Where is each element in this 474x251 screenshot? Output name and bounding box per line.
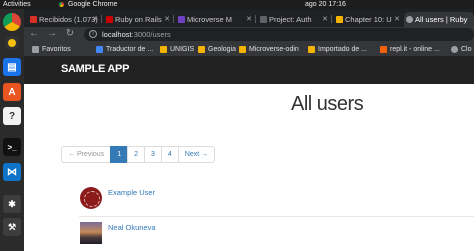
bookmark-label: UNIGIS: [170, 46, 195, 53]
site-logo[interactable]: SAMPLE APP: [61, 63, 129, 75]
odin-icon: [260, 16, 267, 23]
tab-label: Recibidos (1.073): [39, 15, 98, 24]
folder-icon: [239, 46, 246, 53]
folder-icon: [198, 46, 205, 53]
app-menu[interactable]: Google Chrome: [68, 0, 117, 9]
page-title: All users: [291, 93, 364, 115]
terminal-icon[interactable]: >_: [3, 138, 21, 156]
writer-icon[interactable]: ▤: [3, 58, 21, 76]
bookmark-label: Importado de ...: [318, 46, 368, 53]
tab-separator: [101, 15, 102, 23]
tab-label: Microverse M: [187, 15, 233, 24]
web-page: SAMPLE APP All users ← Previous 1 2 3 4 …: [24, 57, 474, 251]
help-icon[interactable]: ?: [3, 107, 21, 125]
clock[interactable]: ago 20 17:16: [305, 0, 346, 9]
bookmark-importado[interactable]: Importado de ...: [308, 42, 367, 57]
next-page-link[interactable]: Next →: [177, 146, 216, 163]
avatar: [80, 187, 102, 209]
tab-label: Project: Auth: [269, 15, 312, 24]
tab-microverse[interactable]: Microverse M ✕: [176, 12, 254, 27]
bookmark-label: repl.it - online ...: [390, 46, 440, 53]
microverse-icon: [178, 16, 185, 23]
vscode-icon[interactable]: ⋈: [3, 163, 21, 181]
tab-all-users[interactable]: All users | Ruby: [404, 12, 474, 27]
close-tab-icon[interactable]: ✕: [322, 12, 328, 27]
globe-icon: [406, 16, 413, 23]
folder-icon: [32, 46, 39, 53]
chrome-dock-icon[interactable]: [3, 13, 21, 31]
rails-icon: [106, 16, 113, 23]
tab-project-auth[interactable]: Project: Auth ✕: [258, 12, 330, 27]
translate-icon: [96, 46, 103, 53]
browser-toolbar: ← → ↻ i localhost:3000/users: [24, 27, 474, 42]
bookmark-label: Traductor de ...: [106, 46, 154, 53]
page-link-1[interactable]: 1: [110, 146, 129, 163]
gmail-icon: [30, 16, 37, 23]
page-link-3[interactable]: 3: [144, 146, 162, 163]
tab-label: Ruby on Rails: [115, 15, 162, 24]
close-tab-icon[interactable]: ✕: [92, 12, 98, 27]
tab-label: Chapter 10: U: [345, 15, 392, 24]
tab-label: All users | Ruby: [415, 15, 468, 24]
tab-strip: Recibidos (1.073) ✕ Ruby on Rails ✕ Micr…: [24, 9, 474, 27]
tab-gmail[interactable]: Recibidos (1.073) ✕: [28, 12, 100, 27]
list-item: Neal Okuneva: [79, 217, 474, 251]
site-header: SAMPLE APP: [24, 57, 474, 84]
tab-chapter-10[interactable]: Chapter 10: U ✕: [334, 12, 402, 27]
page-link-2[interactable]: 2: [127, 146, 145, 163]
tab-separator: [173, 15, 174, 23]
chrome-icon: [59, 2, 64, 7]
address-bar[interactable]: i localhost:3000/users: [84, 28, 474, 41]
pagination: ← Previous 1 2 3 4 Next →: [61, 146, 216, 163]
tab-separator: [255, 15, 256, 23]
back-icon[interactable]: ←: [28, 28, 40, 40]
bookmarks-bar: Favoritos Traductor de ... UNIGIS Geolog…: [24, 42, 474, 57]
globe-icon: [451, 46, 458, 53]
rhythmbox-icon[interactable]: [5, 36, 19, 50]
bookmark-traductor[interactable]: Traductor de ...: [96, 42, 153, 57]
activities-button[interactable]: Activities: [3, 0, 31, 9]
bookmark-clo[interactable]: Clo: [451, 42, 472, 57]
book-icon: [336, 16, 343, 23]
bookmark-microverse-odin[interactable]: Microverse-odin: [239, 42, 299, 57]
software-center-icon[interactable]: A: [3, 83, 21, 101]
url-text[interactable]: localhost:3000/users: [102, 28, 171, 41]
system-top-bar: Activities Google Chrome ago 20 17:16: [0, 0, 474, 9]
bookmark-label: Favoritos: [42, 46, 71, 53]
close-tab-icon[interactable]: ✕: [246, 12, 252, 27]
close-tab-icon[interactable]: ✕: [394, 12, 400, 27]
tab-ruby-on-rails[interactable]: Ruby on Rails ✕: [104, 12, 172, 27]
bookmark-replit[interactable]: repl.it - online ...: [380, 42, 440, 57]
folder-icon: [308, 46, 315, 53]
list-item: Example User: [79, 182, 474, 217]
reload-icon[interactable]: ↻: [64, 28, 76, 40]
bookmark-unigis[interactable]: UNIGIS: [160, 42, 194, 57]
previous-page-link: ← Previous: [61, 146, 112, 163]
user-link[interactable]: Example User: [108, 188, 155, 197]
tools-icon[interactable]: ⚒: [3, 218, 21, 236]
bookmark-label: Geologia: [208, 46, 237, 53]
bookmark-label: Microverse-odin: [249, 46, 299, 53]
folder-icon: [160, 46, 167, 53]
bookmark-label: Clo: [461, 46, 472, 53]
users-list: Example User Neal Okuneva: [79, 182, 474, 251]
replit-icon: [380, 46, 387, 53]
info-icon[interactable]: i: [89, 30, 97, 38]
slack-icon[interactable]: ✱: [3, 195, 21, 213]
dock: ▤ A ? >_ ⋈ ✱ ⚒: [0, 9, 24, 251]
tab-separator: [331, 15, 332, 23]
forward-icon[interactable]: →: [46, 28, 58, 40]
close-tab-icon[interactable]: ✕: [164, 12, 170, 27]
bookmark-geologia[interactable]: Geologia: [198, 42, 236, 57]
page-link-4[interactable]: 4: [160, 146, 179, 163]
user-link[interactable]: Neal Okuneva: [108, 223, 156, 232]
avatar: [80, 222, 102, 244]
bookmark-favoritos[interactable]: Favoritos: [32, 42, 71, 57]
